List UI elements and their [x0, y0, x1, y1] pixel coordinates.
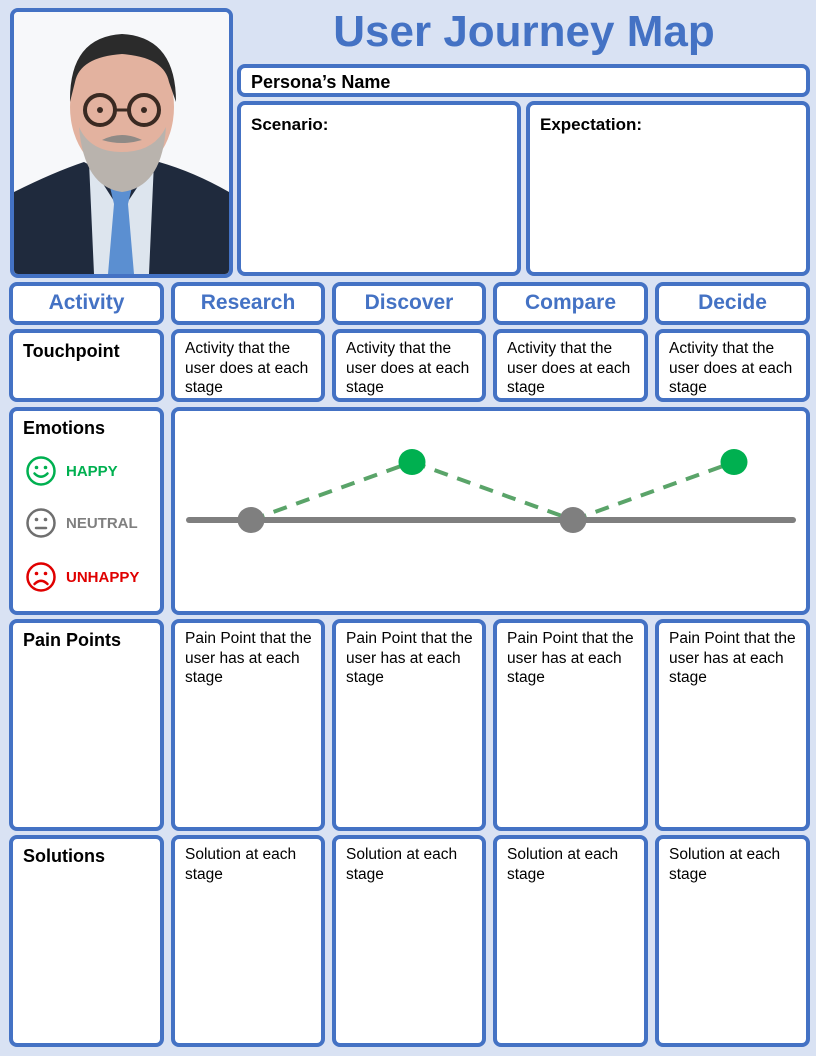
pain-point-cell[interactable]: Pain Point that the user has at each sta… [655, 619, 810, 831]
touchpoint-cell[interactable]: Activity that the user does at each stag… [493, 329, 648, 402]
page-title: User Journey Map [333, 7, 715, 56]
persona-name-field[interactable]: Persona’s Name [237, 64, 810, 97]
touchpoint-text: Activity that the user does at each stag… [185, 340, 309, 396]
touchpoint-text: Activity that the user does at each stag… [507, 340, 631, 396]
pain-point-cell[interactable]: Pain Point that the user has at each sta… [332, 619, 486, 831]
unhappy-face-icon [26, 562, 56, 592]
solutions-label-cell: Solutions [9, 835, 164, 1047]
touchpoint-text: Activity that the user does at each stag… [346, 340, 470, 396]
activity-header: Activity [9, 282, 164, 325]
solution-text: Solution at each stage [507, 846, 619, 883]
solutions-label: Solutions [23, 846, 105, 866]
solution-cell[interactable]: Solution at each stage [171, 835, 325, 1047]
pain-point-text: Pain Point that the user has at each sta… [185, 630, 312, 686]
legend-happy-label: HAPPY [66, 462, 118, 480]
solution-text: Solution at each stage [669, 846, 781, 883]
activity-header-label: Activity [48, 291, 125, 314]
legend-neutral: NEUTRAL [25, 507, 138, 539]
pain-point-text: Pain Point that the user has at each sta… [669, 630, 796, 686]
stage-label: Compare [524, 291, 617, 314]
emotion-connector [572, 460, 735, 522]
emotion-chart-cell [171, 407, 810, 615]
legend-unhappy: UNHAPPY [25, 561, 139, 593]
pain-point-text: Pain Point that the user has at each sta… [507, 630, 634, 686]
stage-label: Discover [364, 291, 454, 314]
solution-cell[interactable]: Solution at each stage [332, 835, 486, 1047]
touchpoint-label-cell: Touchpoint [9, 329, 164, 402]
touchpoint-text: Activity that the user does at each stag… [669, 340, 793, 396]
solution-cell[interactable]: Solution at each stage [655, 835, 810, 1047]
scenario-field[interactable]: Scenario: [237, 101, 521, 276]
legend-unhappy-label: UNHAPPY [66, 568, 140, 586]
emotion-point-compare [559, 507, 587, 533]
touchpoint-cell[interactable]: Activity that the user does at each stag… [655, 329, 810, 402]
stage-header-compare: Compare [493, 282, 648, 325]
solution-text: Solution at each stage [185, 846, 297, 883]
neutral-face-icon [26, 508, 56, 538]
pain-point-text: Pain Point that the user has at each sta… [346, 630, 473, 686]
emotions-legend-cell: Emotions HAPPY NEUTRAL UNHAPPY [9, 407, 164, 615]
scenario-label: Scenario: [251, 115, 329, 134]
emotion-point-decide [720, 449, 748, 475]
pain-point-cell[interactable]: Pain Point that the user has at each sta… [171, 619, 325, 831]
touchpoint-cell[interactable]: Activity that the user does at each stag… [171, 329, 325, 402]
stage-label: Decide [698, 291, 767, 314]
persona-photo [10, 8, 233, 278]
emotion-connector [250, 460, 413, 522]
pain-points-label: Pain Points [23, 630, 122, 650]
stage-header-discover: Discover [332, 282, 486, 325]
legend-happy: HAPPY [25, 455, 118, 487]
happy-face-icon [26, 456, 56, 486]
legend-neutral-label: NEUTRAL [66, 514, 138, 532]
expectation-label: Expectation: [540, 115, 643, 134]
expectation-field[interactable]: Expectation: [526, 101, 810, 276]
pain-point-cell[interactable]: Pain Point that the user has at each sta… [493, 619, 648, 831]
stage-header-decide: Decide [655, 282, 810, 325]
emotion-point-research [237, 507, 265, 533]
solution-text: Solution at each stage [346, 846, 458, 883]
stage-label: Research [200, 291, 296, 314]
touchpoint-label: Touchpoint [23, 341, 120, 361]
touchpoint-cell[interactable]: Activity that the user does at each stag… [332, 329, 486, 402]
emotion-connector [411, 460, 574, 522]
pain-points-label-cell: Pain Points [9, 619, 164, 831]
solution-cell[interactable]: Solution at each stage [493, 835, 648, 1047]
stage-header-research: Research [171, 282, 325, 325]
emotions-label: Emotions [23, 418, 106, 438]
persona-photo-icon [14, 12, 229, 274]
emotion-chart [186, 449, 796, 533]
emotion-point-discover [398, 449, 426, 475]
persona-name-label: Persona’s Name [251, 72, 391, 92]
